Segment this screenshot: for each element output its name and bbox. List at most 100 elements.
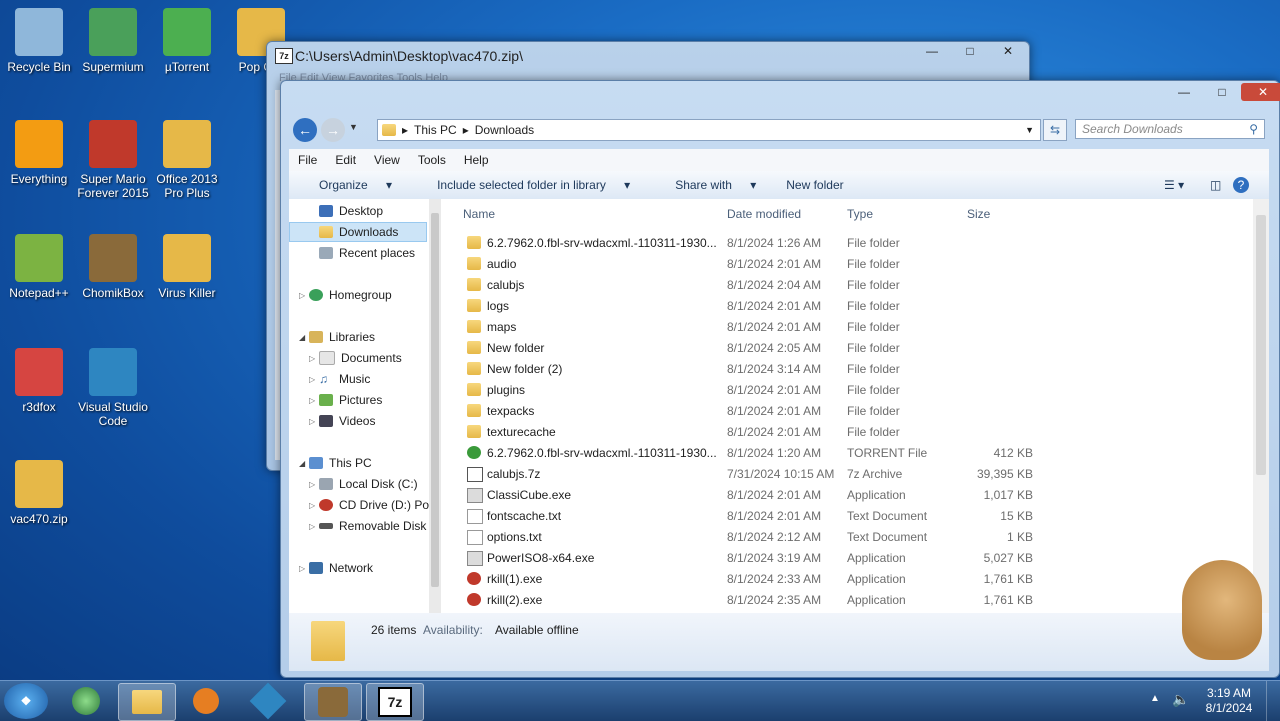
menu-help[interactable]: Help — [455, 153, 498, 167]
table-row[interactable]: calubjs.7z 7/31/2024 10:15 AM 7z Archive 39… — [441, 464, 1241, 485]
show-desktop-button[interactable] — [1266, 681, 1279, 721]
table-row[interactable]: options.txt 8/1/2024 2:12 AM Text Document… — [441, 527, 1241, 548]
nav-this-pc[interactable]: ◢ This PC — [299, 453, 372, 473]
back-button[interactable]: ← — [293, 118, 317, 142]
close-button[interactable]: ✕ — [989, 42, 1027, 60]
table-row[interactable]: PowerISO8-x64.exe 8/1/2024 3:19 AM Applica… — [441, 548, 1241, 569]
desktop-icon-notepad-[interactable]: Notepad++ — [0, 234, 78, 300]
start-button[interactable]: ❖ — [4, 683, 48, 719]
desktop-icon-supermium[interactable]: Supermium — [74, 8, 152, 74]
minimize-button[interactable]: — — [913, 42, 951, 60]
table-row[interactable]: calubjs 8/1/2024 2:04 AM File folder — [441, 275, 1241, 296]
menu-view[interactable]: View — [365, 153, 409, 167]
nav-downloads[interactable]: Downloads — [289, 222, 427, 242]
file-type: File folder — [847, 299, 900, 313]
column-type[interactable]: Type — [847, 207, 873, 227]
nav-cd-drive[interactable]: ▷ CD Drive (D:) Pop — [309, 495, 429, 515]
desktop-icon-super-mario-forever-2015[interactable]: Super Mario Forever 2015 — [74, 120, 152, 200]
volume-icon[interactable]: 🔈 — [1172, 691, 1189, 708]
desktop-icon-vac470-zip[interactable]: vac470.zip — [0, 460, 78, 526]
table-row[interactable]: ClassiCube.exe 8/1/2024 2:01 AM Applicatio… — [441, 485, 1241, 506]
file-name: rkill(2).exe — [487, 593, 543, 607]
include-in-library-button[interactable]: Include selected folder in library ▾ — [407, 178, 645, 192]
table-row[interactable]: New folder (2) 8/1/2024 3:14 AM File folde… — [441, 359, 1241, 380]
table-row[interactable]: 6.2.7962.0.fbl-srv-wdacxml.-110311-1930.… — [441, 233, 1241, 254]
address-bar[interactable]: ▸ This PC ▸ Downloads ▼ — [377, 119, 1041, 141]
desktop-icon-everything[interactable]: Everything — [0, 120, 78, 186]
nav-libraries[interactable]: ◢ Libraries — [299, 327, 375, 347]
computer-icon — [309, 457, 323, 469]
breadcrumb-this-pc[interactable]: This PC — [414, 123, 457, 137]
nav-removable-disk[interactable]: ▷ Removable Disk ( — [309, 516, 429, 536]
forward-button[interactable]: → — [321, 118, 345, 142]
file-date: 8/1/2024 2:01 AM — [727, 509, 822, 523]
chevron-down-icon[interactable]: ▼ — [1025, 125, 1034, 135]
desktop-icon-r3dfox[interactable]: r3dfox — [0, 348, 78, 414]
nav-local-disk[interactable]: ▷ Local Disk (C:) — [309, 474, 418, 494]
view-options-icon[interactable]: ☰ ▾ — [1149, 178, 1199, 192]
clock[interactable]: 3:19 AM 8/1/2024 — [1200, 686, 1258, 716]
nav-music[interactable]: ▷ ♫ Music — [309, 369, 370, 389]
column-size[interactable]: Size — [967, 207, 990, 227]
help-icon[interactable]: ? — [1233, 177, 1249, 193]
table-row[interactable]: audio 8/1/2024 2:01 AM File folder — [441, 254, 1241, 275]
table-row[interactable]: logs 8/1/2024 2:01 AM File folder — [441, 296, 1241, 317]
taskbar-explorer[interactable] — [118, 683, 176, 721]
share-with-button[interactable]: Share with ▾ — [645, 178, 771, 192]
table-row[interactable]: maps 8/1/2024 2:01 AM File folder — [441, 317, 1241, 338]
desktop-icon-chomikbox[interactable]: ChomikBox — [74, 234, 152, 300]
nav-pictures[interactable]: ▷ Pictures — [309, 390, 382, 410]
nav-documents[interactable]: ▷ Documents — [309, 348, 402, 368]
refresh-button[interactable]: ⇆ — [1043, 119, 1067, 141]
maximize-button[interactable]: □ — [951, 42, 989, 60]
table-row[interactable]: texpacks 8/1/2024 2:01 AM File folder — [441, 401, 1241, 422]
command-bar: Organize ▾ Include selected folder in li… — [289, 171, 1269, 200]
close-button[interactable]: ✕ — [1241, 83, 1280, 101]
desktop-icon--torrent[interactable]: µTorrent — [148, 8, 226, 74]
file-name: calubjs — [487, 278, 525, 292]
breadcrumb-downloads[interactable]: Downloads — [475, 123, 534, 137]
table-row[interactable]: rkill(2).exe 8/1/2024 2:35 AM Application 1… — [441, 590, 1241, 611]
nav-desktop[interactable]: Desktop — [319, 201, 383, 221]
taskbar-chomikbox[interactable] — [304, 683, 362, 721]
nav-network[interactable]: ▷ Network — [299, 558, 373, 578]
file-name: fontscache.txt — [487, 509, 562, 523]
application-icon — [467, 551, 483, 566]
table-row[interactable]: fontscache.txt 8/1/2024 2:01 AM Text Docum… — [441, 506, 1241, 527]
taskbar-browser[interactable] — [58, 683, 114, 719]
minimize-button[interactable]: — — [1165, 83, 1203, 101]
menu-tools[interactable]: Tools — [409, 153, 455, 167]
file-type: Application — [847, 551, 906, 565]
explorer-window[interactable]: — □ ✕ ← → ▼ ▸ This PC ▸ Downloads ▼ ⇆ Se… — [280, 80, 1280, 678]
desktop-icon-office-2013-pro-plus[interactable]: Office 2013 Pro Plus — [148, 120, 226, 200]
menu-file[interactable]: File — [289, 153, 326, 167]
desktop-icon-recycle-bin[interactable]: Recycle Bin — [0, 8, 78, 74]
taskbar-media[interactable] — [178, 683, 234, 719]
show-hidden-icons-icon[interactable]: ▲ — [1150, 693, 1160, 704]
desktop-icon-virus-killer[interactable]: Virus Killer — [148, 234, 226, 300]
taskbar-network-tool[interactable] — [240, 682, 296, 720]
preview-pane-icon[interactable]: ◫ — [1195, 178, 1236, 192]
table-row[interactable]: texturecache 8/1/2024 2:01 AM File folder — [441, 422, 1241, 443]
nav-videos[interactable]: ▷ Videos — [309, 411, 375, 431]
table-row[interactable]: 6.2.7962.0.fbl-srv-wdacxml.-110311-1930.… — [441, 443, 1241, 464]
table-row[interactable]: plugins 8/1/2024 2:01 AM File folder — [441, 380, 1241, 401]
column-date[interactable]: Date modified — [727, 207, 801, 227]
recent-pages-chevron-icon[interactable]: ▼ — [349, 122, 358, 132]
column-name[interactable]: Name — [463, 207, 495, 227]
nav-scrollbar[interactable] — [429, 199, 441, 613]
table-row[interactable]: New folder 8/1/2024 2:05 AM File folder — [441, 338, 1241, 359]
search-input[interactable]: Search Downloads ⚲ — [1075, 119, 1265, 139]
windows-logo-icon: ❖ — [20, 694, 32, 708]
nav-homegroup[interactable]: ▷ Homegroup — [299, 285, 392, 305]
taskbar-7zip[interactable]: 7z — [366, 683, 424, 721]
menu-edit[interactable]: Edit — [326, 153, 365, 167]
table-row[interactable]: rkill(1).exe 8/1/2024 2:33 AM Application 1… — [441, 569, 1241, 590]
maximize-button[interactable]: □ — [1203, 83, 1241, 101]
file-list-scrollbar[interactable] — [1253, 199, 1269, 613]
file-size: 5,027 KB — [983, 551, 1033, 565]
organize-button[interactable]: Organize ▾ — [289, 178, 407, 192]
nav-recent-places[interactable]: Recent places — [319, 243, 415, 263]
desktop-icon-visual-studio-code[interactable]: Visual Studio Code — [74, 348, 152, 428]
new-folder-button[interactable]: New folder — [771, 178, 858, 192]
